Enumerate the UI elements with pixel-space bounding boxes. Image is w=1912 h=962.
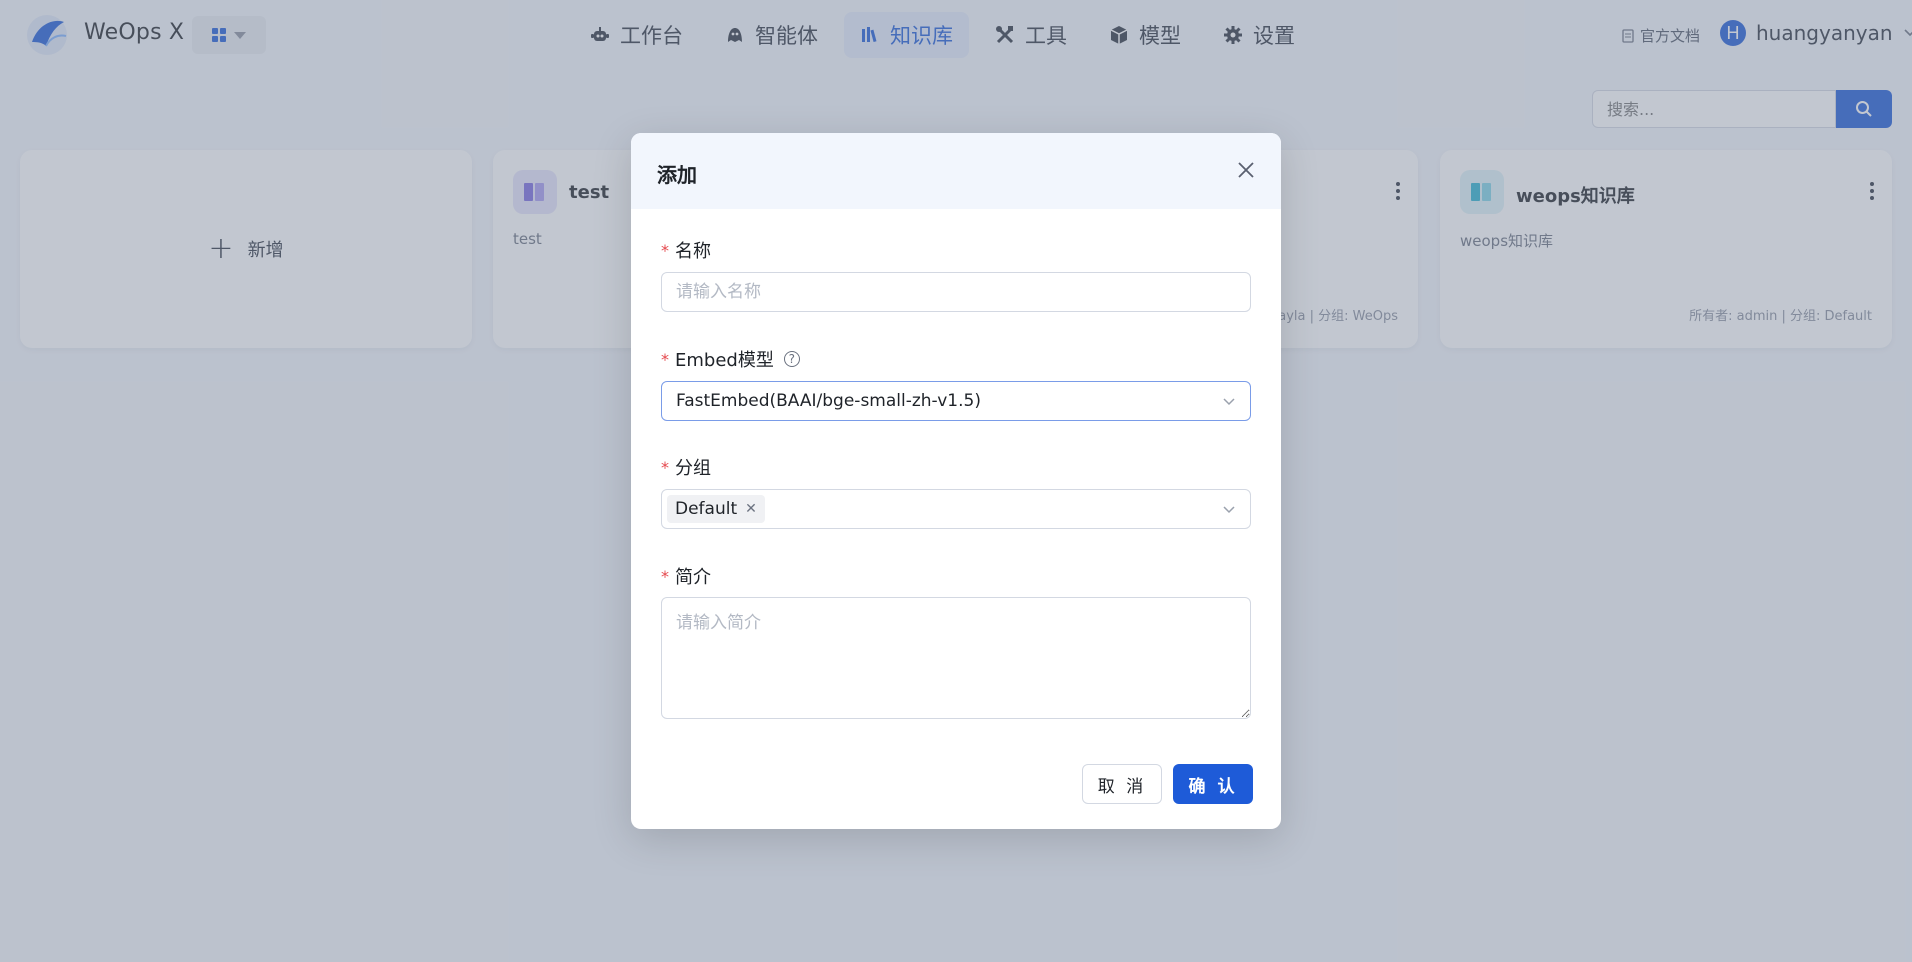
- embed-model-select[interactable]: FastEmbed(BAAI/bge-small-zh-v1.5): [661, 381, 1251, 421]
- intro-label-text: 简介: [675, 567, 711, 588]
- chevron-down-icon: [1223, 506, 1235, 514]
- chevron-down-icon: [1223, 398, 1235, 406]
- embed-model-label-text: Embed模型: [675, 350, 774, 371]
- name-label-text: 名称: [675, 241, 711, 262]
- required-mark: *: [661, 457, 669, 477]
- add-knowledge-base-dialog: 添加 * 名称 * Embed模型 ? FastEmbed(BAAI/bge-s…: [631, 133, 1281, 829]
- close-icon[interactable]: [1233, 157, 1259, 183]
- group-tag: Default ✕: [667, 495, 765, 523]
- cancel-button[interactable]: 取 消: [1082, 764, 1162, 804]
- group-select[interactable]: Default ✕: [661, 489, 1251, 529]
- name-label: * 名称: [661, 237, 711, 263]
- required-mark: *: [661, 240, 669, 260]
- group-tag-label: Default: [675, 499, 738, 519]
- name-input[interactable]: [661, 272, 1251, 312]
- tag-remove-icon[interactable]: ✕: [745, 501, 757, 517]
- dialog-header: 添加: [631, 133, 1281, 209]
- dialog-title: 添加: [657, 163, 697, 187]
- intro-textarea[interactable]: [661, 597, 1251, 719]
- embed-model-value: FastEmbed(BAAI/bge-small-zh-v1.5): [676, 391, 981, 411]
- required-mark: *: [661, 566, 669, 586]
- intro-label: * 简介: [661, 563, 711, 589]
- embed-model-label: * Embed模型 ?: [661, 346, 800, 372]
- group-label-text: 分组: [675, 458, 711, 479]
- confirm-button[interactable]: 确 认: [1173, 764, 1253, 804]
- group-label: * 分组: [661, 454, 711, 480]
- required-mark: *: [661, 349, 669, 369]
- help-icon[interactable]: ?: [783, 351, 800, 367]
